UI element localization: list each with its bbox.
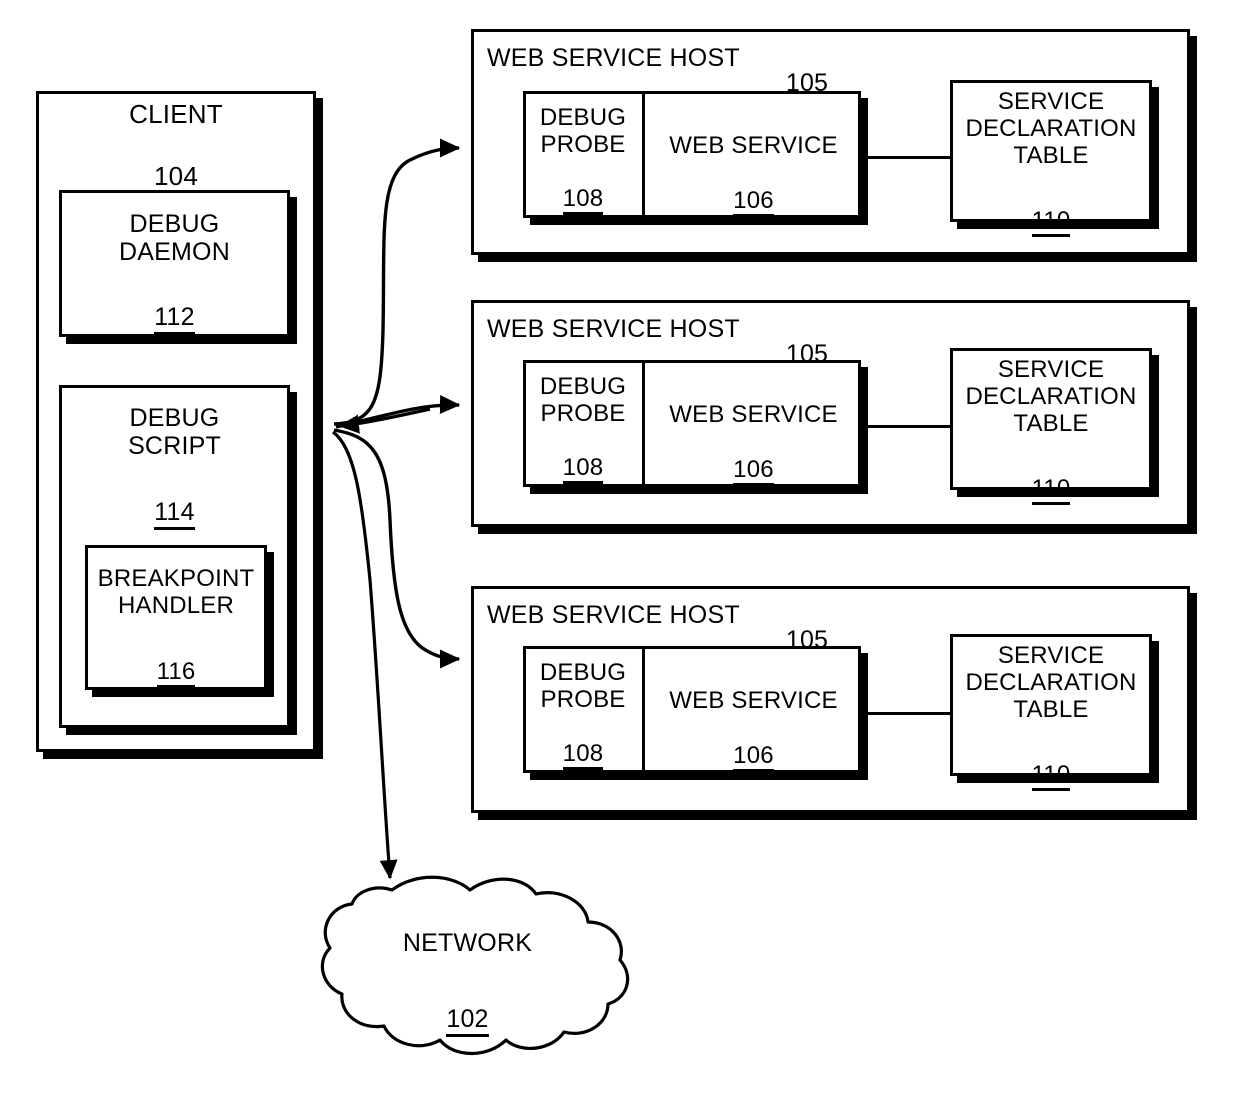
declaration-table-2-ref-number: 110 <box>1031 476 1071 506</box>
web-service-host-1-title: WEB SERVICE HOST <box>487 44 740 72</box>
web-service-3-title: WEB SERVICE <box>669 687 838 714</box>
declaration-table-3-title: SERVICE DECLARATION TABLE <box>965 642 1137 724</box>
web-service-3-ref: 106 <box>646 715 861 773</box>
breakpoint-handler-title: BREAKPOINT HANDLER <box>97 565 255 620</box>
network-ref: 102 <box>325 977 610 1037</box>
debug-probe-3-ref: 108 <box>523 713 643 771</box>
service-to-table-line-2 <box>861 425 953 428</box>
declaration-table-3-ref-number: 110 <box>1031 762 1071 792</box>
declaration-table-1-title: SERVICE DECLARATION TABLE <box>965 88 1137 170</box>
declaration-table-1-ref-number: 110 <box>1031 208 1071 238</box>
figure-canvas: CLIENT 104 DEBUG DAEMON 112 DEBUG SCRIPT… <box>0 0 1240 1094</box>
arrow-hosts-to-client <box>338 407 431 434</box>
debug-script-ref-number: 114 <box>154 499 195 530</box>
debug-daemon-ref-number: 112 <box>154 304 195 335</box>
declaration-table-1-ref: 110 <box>950 180 1152 238</box>
service-to-table-line-1 <box>861 156 953 159</box>
breakpoint-handler-ref: 116 <box>85 631 267 689</box>
debug-probe-2-ref: 108 <box>523 427 643 485</box>
debug-probe-1-ref: 108 <box>523 158 643 216</box>
web-service-2-ref-number: 106 <box>733 457 774 487</box>
debug-probe-2-ref-number: 108 <box>562 455 604 485</box>
web-service-1-ref: 106 <box>646 160 861 218</box>
declaration-table-2-ref: 110 <box>950 448 1152 506</box>
arrow-client-to-host-1 <box>333 138 461 426</box>
web-service-host-3-title: WEB SERVICE HOST <box>487 601 740 629</box>
declaration-table-2-title: SERVICE DECLARATION TABLE <box>965 356 1137 438</box>
debug-probe-1-title: DEBUG PROBE <box>539 104 627 159</box>
web-service-3-ref-number: 106 <box>733 743 774 773</box>
debug-probe-3-title: DEBUG PROBE <box>539 659 627 714</box>
debug-daemon-title: DEBUG DAEMON <box>119 210 230 267</box>
network-ref-number: 102 <box>446 1006 489 1037</box>
service-to-table-line-3 <box>861 712 953 715</box>
client-ref: 104 <box>36 133 316 195</box>
client-title: CLIENT <box>129 99 223 129</box>
web-service-2-ref: 106 <box>646 429 861 487</box>
arrow-client-to-host-2 <box>335 395 461 429</box>
arrow-client-to-host-3 <box>333 428 461 669</box>
debug-probe-2-title: DEBUG PROBE <box>539 373 627 428</box>
debug-probe-3-ref-number: 108 <box>562 741 604 771</box>
debug-script-ref: 114 <box>59 470 290 530</box>
declaration-table-3-ref: 110 <box>950 734 1152 792</box>
network-title: NETWORK <box>402 929 533 957</box>
arrow-client-to-network <box>331 430 398 880</box>
web-service-1-ref-number: 106 <box>733 188 774 218</box>
debug-probe-1-ref-number: 108 <box>562 186 604 216</box>
breakpoint-handler-ref-number: 116 <box>156 659 196 689</box>
web-service-host-2-title: WEB SERVICE HOST <box>487 315 740 343</box>
web-service-1-title: WEB SERVICE <box>669 132 838 159</box>
debug-daemon-ref: 112 <box>59 275 290 335</box>
debug-script-title: DEBUG SCRIPT <box>128 404 221 461</box>
web-service-2-title: WEB SERVICE <box>669 401 838 428</box>
